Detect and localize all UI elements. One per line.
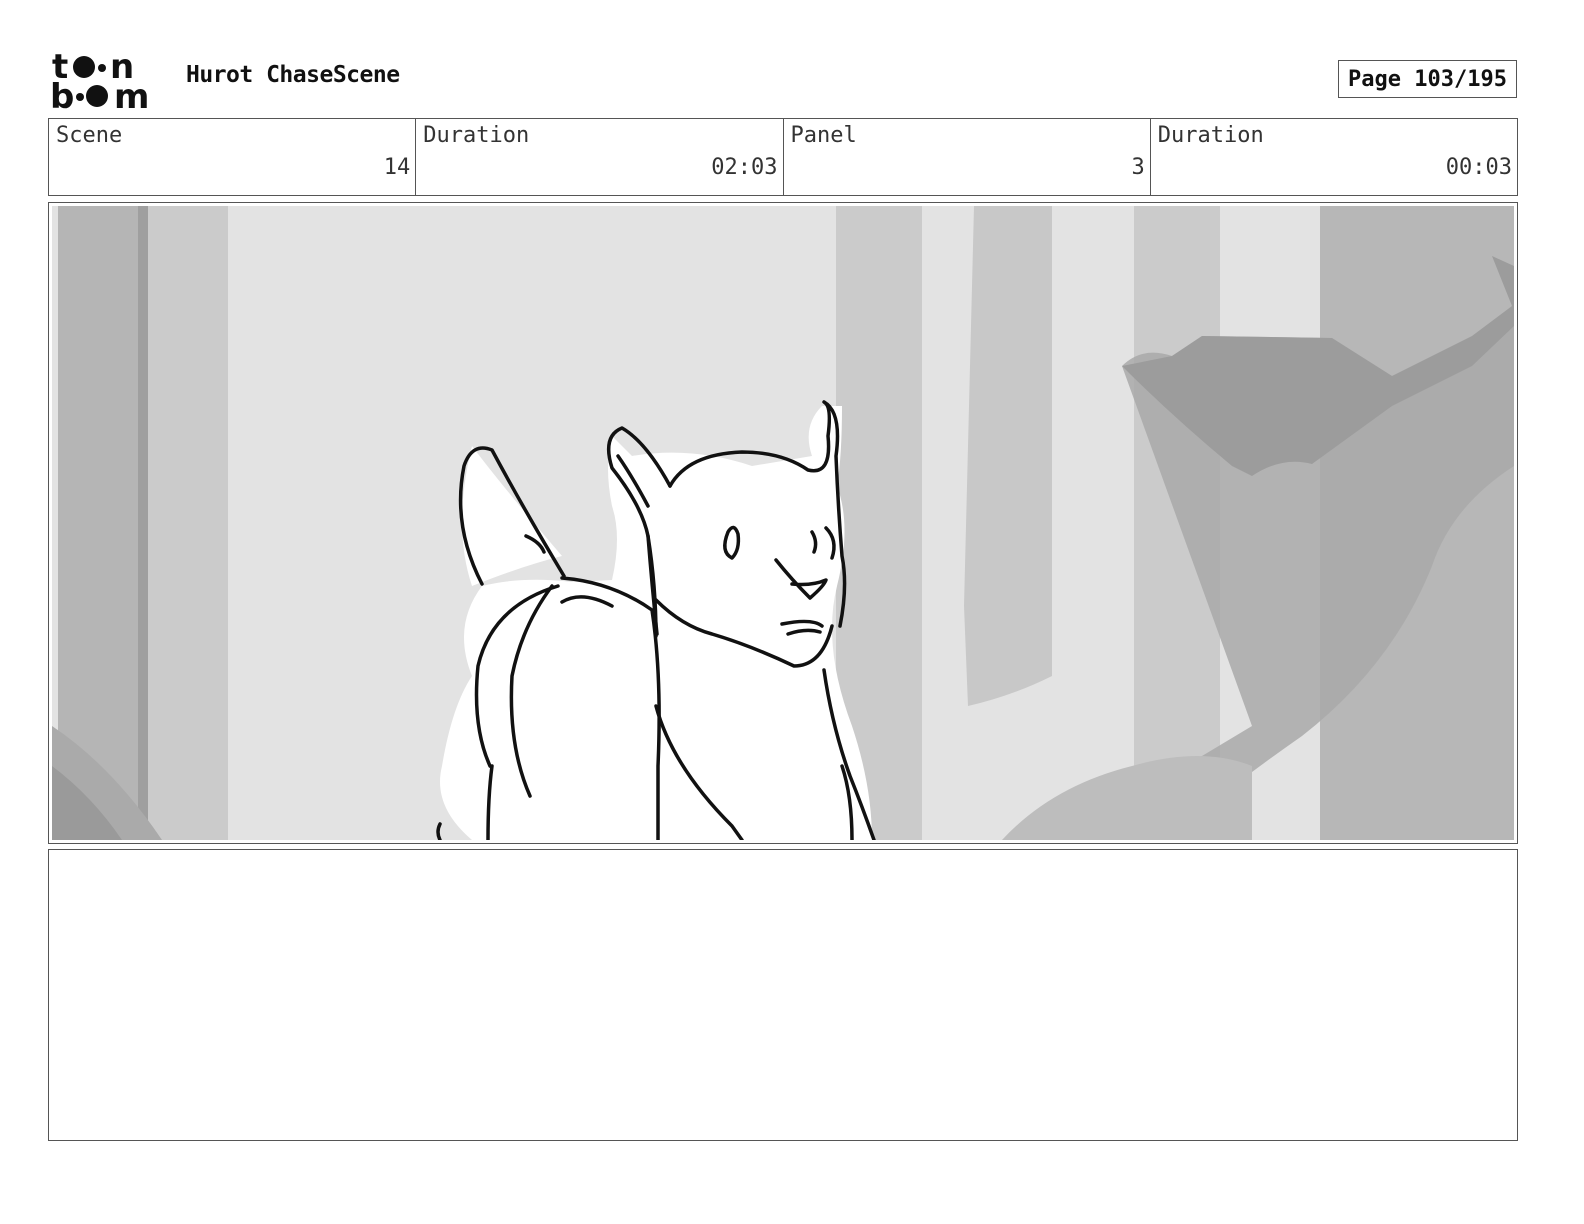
svg-text:m: m	[114, 77, 149, 112]
svg-text:b: b	[50, 77, 74, 112]
panel-duration-value: 00:03	[1445, 155, 1512, 180]
toon-boom-logo: t n b m	[50, 50, 149, 112]
panel-drawing	[52, 206, 1514, 840]
notes-box	[48, 849, 1518, 1141]
scene-label: Scene	[56, 123, 123, 148]
page-number: Page 103/195	[1348, 66, 1507, 92]
panel-duration-cell: Duration 00:03	[1151, 119, 1517, 195]
panel-value: 3	[1131, 155, 1145, 180]
page-number-box: Page 103/195	[1338, 60, 1517, 98]
scene-duration-label: Duration	[423, 123, 530, 148]
storyboard-panel	[48, 202, 1518, 844]
scene-duration-cell: Duration 02:03	[416, 119, 784, 195]
project-title: Hurot ChaseScene	[186, 62, 400, 88]
panel-label: Panel	[790, 123, 857, 148]
info-bar: Scene 14 Duration 02:03 Panel 3 Duration…	[48, 118, 1518, 196]
scene-duration-value: 02:03	[711, 155, 778, 180]
scene-cell: Scene 14	[49, 119, 417, 195]
panel-cell: Panel 3	[784, 119, 1151, 195]
panel-duration-label: Duration	[1157, 123, 1264, 148]
scene-value: 14	[383, 155, 411, 180]
